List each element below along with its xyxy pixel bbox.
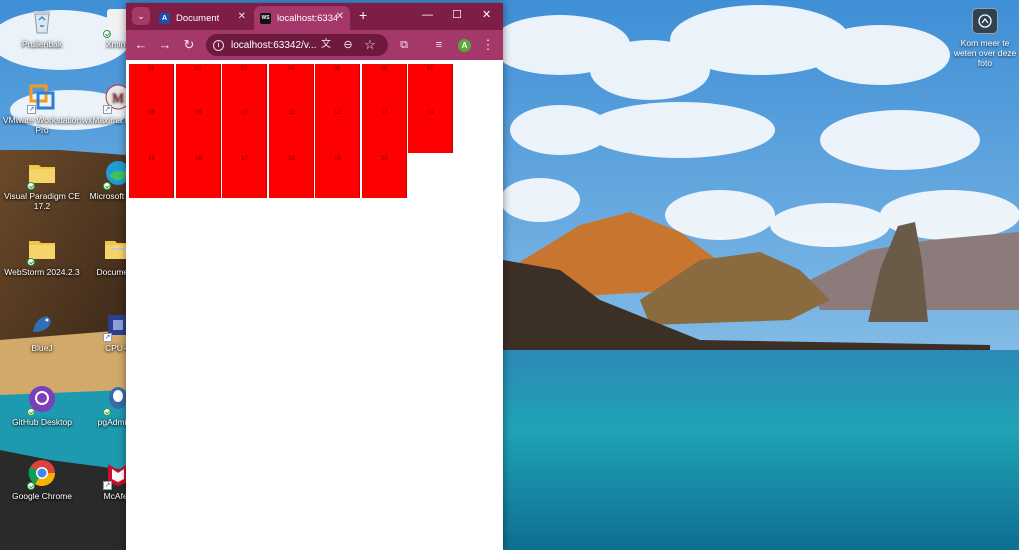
translate-icon[interactable]: 文 — [318, 37, 334, 53]
reload-icon[interactable]: ↻ — [181, 37, 197, 53]
box-number: 10 — [241, 110, 248, 116]
desktop-icon-webstorm[interactable]: WebStorm 2024.2.3 — [2, 234, 82, 277]
red-box: 07 — [408, 64, 453, 153]
site-info-icon[interactable]: i — [213, 39, 224, 51]
desktop-icon-label: VMware Workstation Pro — [2, 115, 82, 135]
media-controls-icon[interactable]: ≡ — [431, 37, 447, 53]
red-box: 06 — [362, 64, 407, 198]
desktop-icon-github-desktop[interactable]: GitHub Desktop — [2, 384, 82, 427]
zoom-icon[interactable]: ⊖ — [340, 37, 356, 53]
folder-icon — [27, 158, 57, 190]
chrome-icon — [27, 458, 57, 490]
extensions-puzzle-icon[interactable]: ⧉ — [396, 37, 412, 53]
bluej-icon — [27, 310, 57, 340]
box-number: 01 — [147, 66, 155, 72]
close-tab-icon[interactable]: ✕ — [336, 12, 344, 22]
box-number: 08 — [148, 110, 155, 116]
box-number: 19 — [334, 156, 341, 162]
webstorm-favicon-icon: WS — [260, 12, 271, 24]
desktop-icon-label: BlueJ — [31, 343, 53, 353]
desktop-icon-recycle-bin[interactable]: Prullenbak — [2, 6, 82, 49]
box-number: 18 — [288, 156, 295, 162]
box-number: 11 — [288, 110, 295, 116]
menu-kebab-icon[interactable]: ⋮ — [480, 37, 496, 53]
desktop-icon-bluej[interactable]: BlueJ — [2, 310, 82, 353]
tab-title: localhost:63342 — [277, 12, 337, 24]
folder-icon — [27, 234, 57, 266]
tab-search-button[interactable]: ⌄ — [132, 7, 150, 25]
box-number: 14 — [427, 110, 434, 116]
close-window-icon[interactable]: ✕ — [482, 9, 491, 21]
forward-arrow-icon[interactable]: → — [157, 37, 173, 53]
box-number: 16 — [195, 156, 202, 162]
box-number: 13 — [381, 110, 388, 116]
document-favicon-icon: A — [159, 12, 170, 24]
svg-text:M: M — [112, 90, 124, 105]
github-desktop-icon — [27, 384, 57, 416]
browser-window: ⌄ A Document ✕ WS localhost:63342 ✕ + — … — [126, 3, 503, 550]
desktop-icon-label: WebStorm 2024.2.3 — [4, 267, 80, 277]
vmware-icon: ↗ — [27, 82, 57, 114]
red-box: 04 — [269, 64, 314, 198]
red-box: 01 — [129, 64, 174, 198]
box-number: 03 — [240, 66, 248, 72]
bookmark-star-icon[interactable]: ☆ — [362, 37, 378, 53]
recycle-bin-icon — [27, 6, 57, 36]
learn-about-photo-widget[interactable]: Kom meer te weten over deze foto — [950, 8, 1019, 68]
red-box: 02 — [176, 64, 221, 198]
box-number: 07 — [426, 66, 434, 72]
box-number: 06 — [380, 66, 388, 72]
chevron-down-icon: ⌄ — [137, 10, 145, 21]
profile-avatar[interactable]: A — [458, 39, 471, 52]
box-number: 05 — [333, 66, 341, 72]
desktop-icon-google-chrome[interactable]: Google Chrome — [2, 458, 82, 501]
maximize-icon[interactable]: ☐ — [452, 9, 462, 21]
desktop-icon-label: Prullenbak — [21, 39, 63, 49]
box-number: 04 — [287, 66, 295, 72]
desktop-icon-label: GitHub Desktop — [12, 417, 72, 427]
box-number: 20 — [381, 156, 388, 162]
desktop-icon-visual-paradigm[interactable]: Visual Paradigm CE 17.2 — [2, 158, 82, 211]
new-tab-plus-icon[interactable]: + — [359, 8, 367, 22]
desktop-icon-vmware[interactable]: ↗ VMware Workstation Pro — [2, 82, 82, 135]
red-box: 05 — [315, 64, 360, 198]
tab-document[interactable]: A Document ✕ — [156, 6, 252, 30]
tab-title: Document — [176, 12, 220, 24]
box-number: 02 — [194, 66, 202, 72]
learn-more-label: Kom meer te weten over deze foto — [953, 38, 1017, 68]
camera-icon — [972, 8, 998, 34]
url-text[interactable]: localhost:63342/v... — [231, 40, 316, 51]
address-bar[interactable]: i localhost:63342/v... — [206, 34, 388, 56]
browser-toolbar: ← → ↻ i localhost:63342/v... 文 ⊖ ☆ ⧉ ≡ A… — [126, 30, 503, 60]
tab-localhost[interactable]: WS localhost:63342 ✕ — [254, 6, 350, 30]
minimize-icon[interactable]: — — [422, 9, 433, 21]
box-number: 17 — [241, 156, 248, 162]
back-arrow-icon[interactable]: ← — [133, 37, 149, 53]
desktop-icon-label: Google Chrome — [11, 491, 72, 501]
box-number: 15 — [148, 156, 155, 162]
page-content: 01 02 03 04 05 06 07 08 09 10 11 12 13 1… — [126, 60, 503, 550]
close-tab-icon[interactable]: ✕ — [238, 12, 246, 22]
desktop-icon-label: Visual Paradigm CE 17.2 — [4, 191, 80, 211]
box-number: 12 — [334, 110, 341, 116]
red-box: 03 — [222, 64, 267, 198]
box-number: 09 — [195, 110, 202, 116]
tab-strip: ⌄ A Document ✕ WS localhost:63342 ✕ + — … — [126, 3, 503, 30]
